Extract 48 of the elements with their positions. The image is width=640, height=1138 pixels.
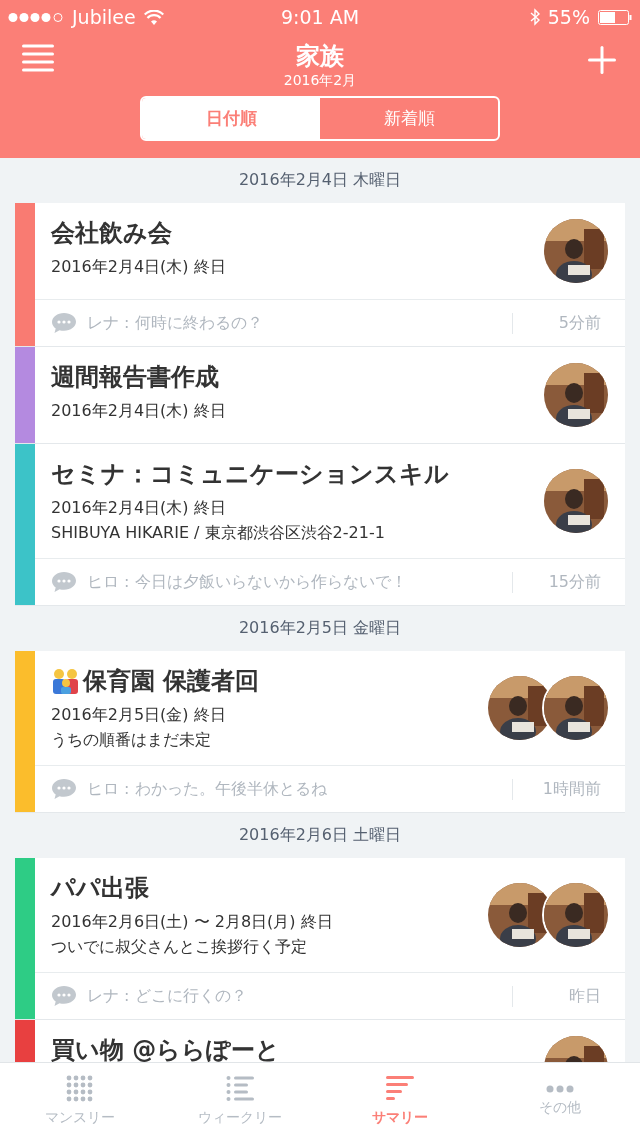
event-detail: うちの順番はまだ未定 — [51, 730, 212, 751]
comment-time: 1時間前 — [512, 778, 601, 800]
comment-icon — [51, 312, 77, 334]
battery-percent: 55% — [547, 6, 590, 28]
comment-time: 5分前 — [512, 312, 601, 334]
event-card[interactable]: 買い物 @ららぽーと — [15, 1020, 625, 1062]
comment-text: レナ : 何時に終わるの？ — [87, 312, 264, 334]
date-heading: 2016年2月6日 土曜日 — [238, 825, 402, 846]
event-title: 会社飲み会 — [51, 218, 172, 249]
comment-text: ヒロ : わかった。午後半休とるね — [87, 778, 328, 800]
event-card[interactable]: 会社飲み会 2016年2月4日(木) 終日 レナ : 何時に終わるの？ 5分前 — [15, 203, 625, 347]
battery-icon — [598, 9, 632, 25]
event-card[interactable]: 保育園 保護者回 2016年2月5日(金) 終日 うちの順番はまだ未定 ヒロ : わかった。午後半休とるね 1時間前 — [15, 651, 625, 813]
comment-icon — [51, 778, 77, 800]
comment-text: レナ : どこに行くの？ — [87, 985, 248, 1007]
event-title: 週間報告書作成 — [51, 362, 219, 393]
more-icon — [546, 1084, 574, 1093]
header-title: 家族 — [296, 41, 344, 72]
event-detail: 2016年2月6日(土) 〜 2月8日(月) 終日 — [51, 912, 334, 933]
comment-text: ヒロ : 今日は夕飯いらないから作らないで！ — [87, 571, 408, 593]
event-title: 保育園 保護者回 — [83, 666, 260, 697]
bluetooth-icon — [529, 8, 540, 26]
event-detail: 2016年2月4日(木) 終日 — [51, 401, 227, 422]
event-title: 買い物 @ららぽーと — [51, 1035, 281, 1062]
event-card[interactable]: セミナ：コミュニケーションスキル 2016年2月4日(木) 終日 SHIBUYA HIKARIE / 東京都渋谷区渋谷2-21-1 ヒロ : 今日は夕飯いらないから作らないで！ 15分前 — [15, 444, 625, 606]
event-card[interactable]: 週間報告書作成 2016年2月4日(木) 終日 — [15, 347, 625, 444]
event-detail: ついでに叔父さんとこ挨拶行く予定 — [51, 937, 308, 958]
signal-icon — [8, 11, 64, 23]
comment-icon — [51, 571, 77, 593]
event-detail: 2016年2月4日(木) 終日 — [51, 257, 227, 278]
comment-time: 15分前 — [512, 571, 601, 593]
date-heading: 2016年2月5日 金曜日 — [238, 618, 402, 639]
event-detail: SHIBUYA HIKARIE / 東京都渋谷区渋谷2-21-1 — [51, 523, 386, 544]
event-detail: 2016年2月5日(金) 終日 — [51, 705, 227, 726]
list-icon — [226, 1074, 254, 1103]
carrier-name: Jubilee — [72, 6, 136, 28]
date-heading: 2016年2月4日 木曜日 — [238, 170, 402, 191]
event-detail: 2016年2月4日(木) 終日 — [51, 498, 227, 519]
grid-icon — [66, 1074, 94, 1103]
wifi-icon — [143, 9, 164, 25]
summary-icon — [386, 1074, 414, 1103]
header-subtitle: 2016年2月 — [283, 72, 357, 90]
event-title: セミナ：コミュニケーションスキル — [51, 459, 449, 490]
comment-time: 昨日 — [512, 985, 601, 1007]
status-time: 9:01 AM — [280, 6, 360, 28]
event-card[interactable]: パパ出張 2016年2月6日(土) 〜 2月8日(月) 終日 ついでに叔父さんとこ挨拶行く予定 レナ : どこに行くの？ 昨日 — [15, 858, 625, 1020]
event-title: パパ出張 — [51, 873, 149, 904]
comment-icon — [51, 985, 77, 1007]
